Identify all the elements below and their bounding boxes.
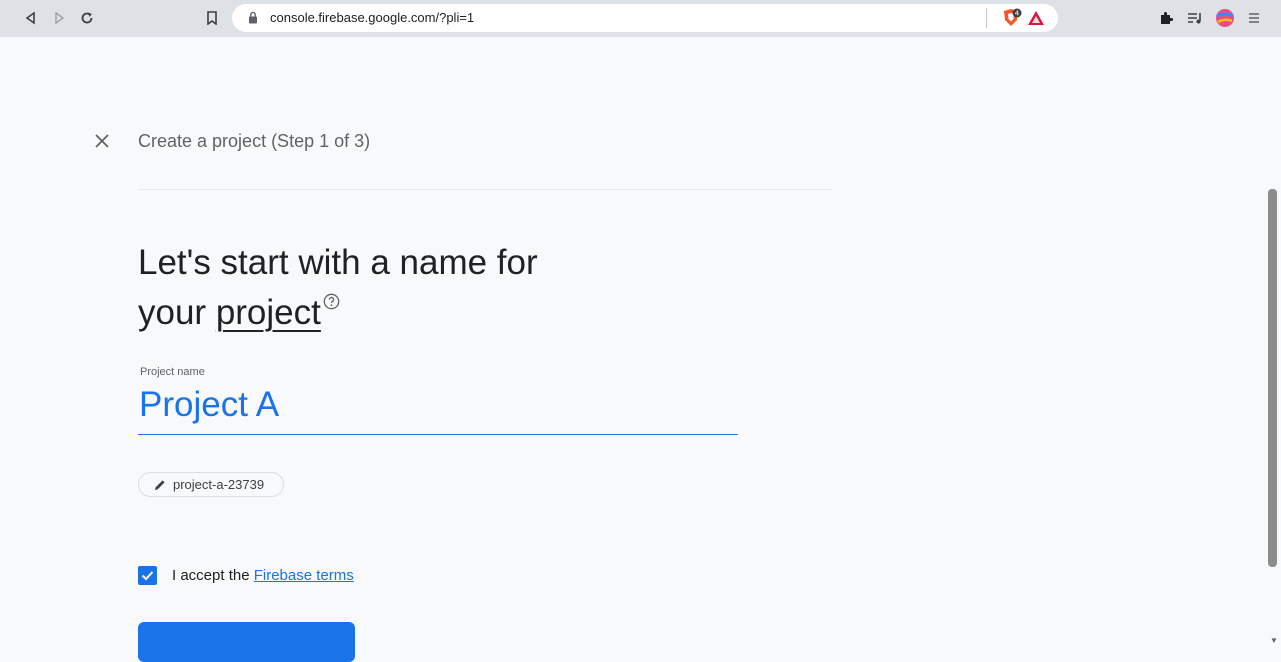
reload-icon[interactable] xyxy=(78,9,96,27)
brave-shield-icon[interactable]: 4 xyxy=(1000,8,1024,27)
back-icon[interactable] xyxy=(22,9,40,27)
lock-icon[interactable] xyxy=(248,11,258,29)
brave-rewards-icon[interactable] xyxy=(1027,9,1045,27)
project-name-underline xyxy=(138,434,738,435)
project-id-chip[interactable]: project-a-23739 xyxy=(138,472,284,497)
heading-prefix: your xyxy=(138,293,216,332)
shield-badge-count: 4 xyxy=(1015,10,1020,18)
project-name-label: Project name xyxy=(140,366,205,378)
scrollbar-thumb[interactable] xyxy=(1268,189,1277,567)
page-heading: Let's start with a name for your project xyxy=(138,238,538,345)
accept-terms-checkbox[interactable] xyxy=(138,566,157,585)
continue-button[interactable] xyxy=(138,622,355,662)
accept-terms-label: I accept the Firebase terms xyxy=(172,567,354,584)
extensions-icon[interactable] xyxy=(1157,9,1175,27)
step-title: Create a project (Step 1 of 3) xyxy=(138,131,371,151)
project-id: project-a-23739 xyxy=(173,477,265,492)
toolbar-divider xyxy=(986,8,987,28)
menu-icon[interactable] xyxy=(1245,9,1263,27)
check-icon xyxy=(141,571,154,581)
bookmark-icon[interactable] xyxy=(203,9,221,27)
profile-avatar-icon[interactable] xyxy=(1214,9,1236,27)
help-icon[interactable] xyxy=(323,281,340,331)
pencil-icon xyxy=(153,478,167,492)
url-text[interactable]: console.firebase.google.com/?pli=1 xyxy=(270,10,474,25)
close-icon[interactable] xyxy=(91,131,113,153)
project-term-link[interactable]: project xyxy=(216,293,321,332)
browser-toolbar: console.firebase.google.com/?pli=1 4 xyxy=(0,0,1281,37)
project-name-input[interactable]: Project A xyxy=(139,385,279,425)
header-divider xyxy=(138,189,832,190)
heading-line-2: your project xyxy=(138,288,538,345)
playlist-icon[interactable] xyxy=(1186,9,1204,27)
address-bar[interactable]: console.firebase.google.com/?pli=1 xyxy=(232,4,1058,32)
accept-text: I accept the xyxy=(172,567,254,584)
forward-icon[interactable] xyxy=(50,9,68,27)
firebase-terms-link[interactable]: Firebase terms xyxy=(254,567,354,584)
